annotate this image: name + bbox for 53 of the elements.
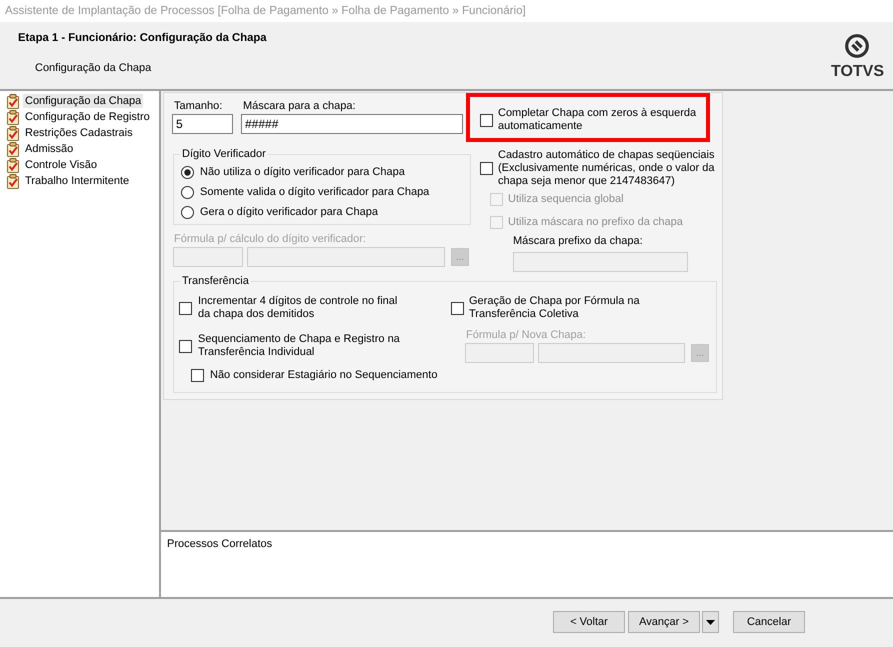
wizard-button[interactable]: < Voltar [553, 611, 625, 633]
mask-field[interactable]: ##### [241, 114, 463, 134]
field-label: Tamanho: [173, 100, 224, 113]
radio-button[interactable] [181, 186, 194, 198]
sidebar-item[interactable]: Controle Visão [0, 157, 99, 173]
checkbox[interactable] [451, 302, 464, 314]
clipboard-check-icon [6, 158, 20, 172]
checkbox-label: Geração de Chapa por Fórmula na Transferência Coletiva [469, 295, 640, 321]
clipboard-check-icon [6, 94, 20, 108]
checkbox-label: Utiliza sequencia global [508, 193, 624, 206]
clipboard-check-icon [6, 110, 20, 124]
sidebar-item[interactable]: Configuração de Registro [0, 109, 152, 125]
field-label: Fórmula p/ Nova Chapa: [465, 329, 587, 342]
radio-label: Não utiliza o dígito verificador para Chapa [200, 166, 405, 178]
related-title: Processos Correlatos [167, 538, 274, 551]
checkbox[interactable] [480, 114, 493, 126]
group-title: Dígito Verificador [181, 148, 267, 161]
clipboard-check-icon [6, 126, 20, 140]
radio-button[interactable] [181, 206, 194, 218]
checkbox[interactable] [480, 162, 493, 175]
field-label: Máscara prefixo da chapa: [513, 235, 644, 248]
sidebar-item[interactable]: Restrições Cadastrais [0, 125, 135, 141]
checkbox[interactable] [179, 340, 192, 352]
radio-label: Somente valida o dígito verificador para Chapa [200, 186, 430, 198]
sidebar-item[interactable]: Trabalho Intermitente [0, 173, 132, 189]
size-field[interactable]: 5 [172, 114, 233, 134]
clipboard-check-icon [6, 174, 20, 188]
checkbox[interactable] [191, 369, 204, 382]
wizard-button[interactable]: Avançar > [628, 611, 700, 633]
caret-icon [706, 620, 715, 624]
clipboard-check-icon [6, 142, 20, 156]
checkbox-label: Completar Chapa com zeros à esquerda automaticamente [498, 107, 696, 133]
checkbox[interactable] [179, 302, 192, 314]
step-title: Etapa 1 - Funcionário: Configuração da Chapa [18, 31, 267, 45]
radio-button[interactable] [181, 166, 194, 178]
logo-icon [845, 34, 870, 58]
sidebar-item[interactable]: Admissão [0, 141, 76, 157]
checkbox-label: Não considerar Estagiário no Sequenciamento [210, 369, 438, 382]
formula-field[interactable] [538, 343, 685, 363]
field-label: Fórmula p/ cálculo do dígito verificador: [173, 233, 367, 246]
checkbox-label: Incrementar 4 dígitos de controle no final da chapa dos demitidos [198, 295, 398, 321]
window-title: Assistente de Implantação de Processos [Folha de Pagamento » Folha de Pagamento » Funcionário] [5, 4, 526, 18]
checkbox-label: Sequenciamento de Chapa e Registro na Transferência Individual [198, 333, 400, 359]
wizard-button[interactable]: Cancelar [733, 611, 805, 633]
field-label: Máscara para a chapa: [242, 100, 357, 113]
group-title: Transferência [181, 275, 250, 288]
radio-label: Gera o dígito verificador para Chapa [200, 206, 378, 218]
formula-field[interactable] [247, 247, 445, 267]
step-subtitle: Configuração da Chapa [35, 62, 152, 75]
checkbox-label: Utiliza máscara no prefixo da chapa [508, 216, 683, 229]
dropdown-button[interactable] [702, 611, 719, 633]
logo-text: TOTVS [830, 63, 884, 81]
checkbox-label: Cadastro automático de chapas seqüenciais (Exclusivamente numéricas, onde o valor da chapa seja menor que 2147483647) [498, 149, 714, 188]
